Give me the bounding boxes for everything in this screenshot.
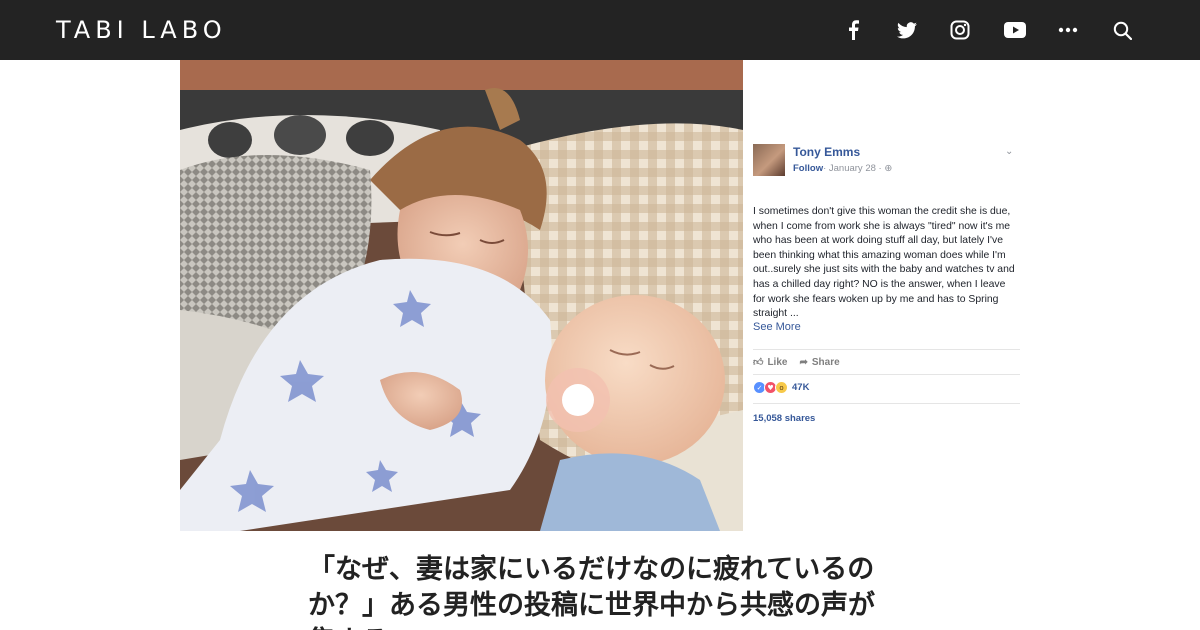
more-icon[interactable]	[1055, 17, 1081, 43]
wow-reaction-icon: o	[775, 381, 788, 394]
like-action: 👍︎ Like	[753, 356, 788, 369]
post-body: I sometimes don't give this woman the cr…	[753, 206, 1015, 320]
author-name: Tony Emms	[793, 145, 861, 159]
divider	[753, 403, 1020, 404]
share-action: ➦ Share	[799, 356, 839, 368]
divider	[753, 374, 1020, 375]
twitter-icon[interactable]	[894, 17, 920, 43]
post-date: · January 28 ·	[823, 163, 885, 174]
post-meta: Follow· January 28 · ⊕	[793, 163, 892, 174]
instagram-icon[interactable]	[947, 17, 973, 43]
share-label: Share	[811, 356, 840, 368]
facebook-post: Tony Emms Follow· January 28 · ⊕ ⌄ I som…	[743, 60, 1020, 531]
share-count: 15,058 shares	[753, 413, 816, 424]
reactions: ✓ ♥ o 47K	[753, 381, 809, 394]
youtube-icon[interactable]	[1002, 17, 1028, 43]
thumbs-up-icon: 👍︎	[753, 357, 764, 368]
author-avatar	[753, 144, 785, 176]
globe-icon: ⊕	[884, 163, 893, 174]
facebook-icon[interactable]	[840, 17, 866, 43]
chevron-down-icon: ⌄	[1005, 146, 1014, 157]
see-more-link: See More	[753, 321, 801, 333]
share-arrow-icon: ➦	[799, 356, 808, 368]
like-label: Like	[767, 356, 788, 368]
photo-image	[180, 60, 743, 531]
reaction-count: 47K	[792, 382, 810, 393]
article-title[interactable]: 「なぜ、妻は家にいるだけなのに疲れているのか？」ある男性の投稿に世界中から共感の…	[308, 552, 888, 630]
site-logo[interactable]: TABI LABO	[56, 15, 227, 45]
divider	[753, 349, 1020, 350]
search-icon[interactable]	[1109, 17, 1135, 43]
hero-image: Tony Emms Follow· January 28 · ⊕ ⌄ I som…	[180, 60, 1020, 531]
post-actions: 👍︎ Like ➦ Share	[753, 356, 840, 369]
follow-link: Follow	[793, 163, 824, 174]
site-header: TABI LABO	[0, 0, 1200, 60]
